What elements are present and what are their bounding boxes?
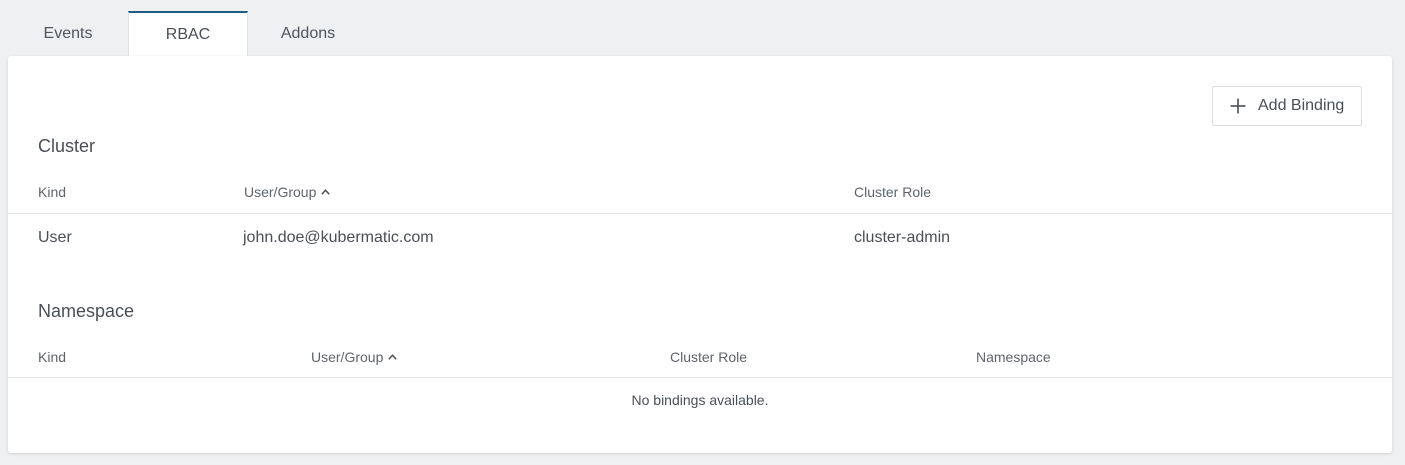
sort-ascending-icon bbox=[321, 189, 331, 195]
cluster-header-user-group-label: User/Group bbox=[244, 184, 317, 200]
cluster-section-title: Cluster bbox=[38, 136, 96, 156]
tab-addons[interactable]: Addons bbox=[248, 11, 368, 56]
cluster-row-user-group: john.doe@kubermatic.com bbox=[243, 229, 434, 246]
add-binding-button[interactable]: Add Binding bbox=[1212, 86, 1362, 126]
tab-events[interactable]: Events bbox=[8, 11, 128, 56]
add-binding-label: Add Binding bbox=[1258, 97, 1345, 114]
tab-addons-label: Addons bbox=[280, 24, 336, 42]
namespace-section-title: Namespace bbox=[38, 301, 135, 321]
namespace-header-kind[interactable]: Kind bbox=[38, 349, 66, 365]
empty-bindings-message: No bindings available. bbox=[631, 392, 769, 408]
plus-icon bbox=[1230, 98, 1246, 114]
namespace-header-namespace-label: Namespace bbox=[976, 349, 1051, 365]
rbac-card: Add Binding Cluster Kind User/Group Clus… bbox=[8, 56, 1392, 453]
namespace-table-divider bbox=[8, 377, 1392, 378]
namespace-header-user-group[interactable]: User/Group bbox=[311, 349, 398, 365]
namespace-header-cluster-role[interactable]: Cluster Role bbox=[670, 349, 747, 365]
tab-rbac[interactable]: RBAC bbox=[128, 11, 248, 56]
cluster-header-kind[interactable]: Kind bbox=[38, 184, 66, 200]
tab-rbac-label: RBAC bbox=[165, 25, 211, 43]
namespace-header-kind-label: Kind bbox=[38, 349, 67, 365]
namespace-header-cluster-role-label: Cluster Role bbox=[670, 349, 748, 365]
cluster-row-cluster-role: cluster-admin bbox=[854, 229, 951, 246]
cluster-header-user-group[interactable]: User/Group bbox=[244, 184, 331, 200]
sort-ascending-icon bbox=[388, 354, 398, 360]
cluster-row-kind: User bbox=[38, 229, 72, 246]
cluster-table-divider bbox=[8, 213, 1392, 214]
cluster-header-cluster-role-label: Cluster Role bbox=[854, 184, 932, 200]
namespace-header-namespace[interactable]: Namespace bbox=[976, 349, 1051, 365]
tab-bar: Events RBAC Addons bbox=[8, 11, 368, 56]
cluster-header-kind-label: Kind bbox=[38, 184, 67, 200]
tab-events-label: Events bbox=[43, 24, 93, 42]
cluster-header-cluster-role[interactable]: Cluster Role bbox=[854, 184, 931, 200]
namespace-header-user-group-label: User/Group bbox=[311, 349, 384, 365]
